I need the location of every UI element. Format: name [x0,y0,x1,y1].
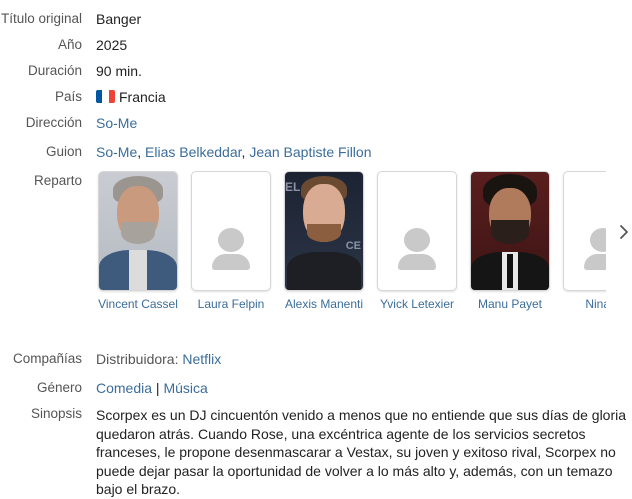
actor-name-link[interactable]: Vincent Cassel [96,297,183,311]
direccion-label: Dirección [25,115,82,130]
pais-text: Francia [119,89,166,105]
cast-card[interactable]: Nina Z [563,171,606,311]
chevron-right-icon[interactable] [614,220,632,244]
cast-card[interactable]: EL CE Alexis Manenti [284,171,364,311]
reparto-label: Reparto [33,173,82,188]
anio-value: 2025 [96,37,128,53]
cast-card[interactable]: Vincent Cassel [98,171,178,311]
actor-name-link[interactable]: Manu Payet [465,297,555,311]
person-placeholder-icon[interactable] [563,171,606,291]
actor-name-link[interactable]: Yvick Letexier [372,297,462,311]
guion-label: Guion [45,144,82,159]
duracion-value: 90 min. [96,63,142,79]
duracion-label: Duración [27,63,82,78]
person-placeholder-icon[interactable] [191,171,271,291]
distribuidora-prefix: Distribuidora: [96,351,179,367]
actor-name-link[interactable]: Laura Felpin [186,297,276,311]
director-link[interactable]: So-Me [96,115,137,131]
genero-label: Género [36,380,82,395]
actor-photo[interactable] [470,171,550,291]
cast-card[interactable]: Laura Felpin [191,171,271,311]
cast-card[interactable]: Yvick Letexier [377,171,457,311]
actor-photo[interactable]: EL CE [284,171,364,291]
synopsis-text: Scorpex es un DJ cincuentón venido a men… [96,407,627,497]
sinopsis-label: Sinopsis [30,406,82,421]
genre-separator: | [155,380,160,396]
companias-label: Compañías [12,351,82,366]
cast-carousel: Vincent Cassel Laura Felpin EL CE Alexis… [96,171,606,313]
actor-name-link[interactable]: Nina Z [558,297,606,311]
titulo-label: Título original [0,11,82,26]
actor-photo[interactable] [98,171,178,291]
pais-label: País [54,89,82,104]
titulo-value: Banger [96,11,142,27]
writer-link[interactable]: Elias Belkeddar [145,144,242,160]
actor-name-link[interactable]: Alexis Manenti [279,297,369,311]
pais-value: Francia [96,89,166,105]
genre-link[interactable]: Música [163,380,207,396]
distributor-link[interactable]: Netflix [182,351,221,367]
writer-link[interactable]: So-Me [96,144,137,160]
person-placeholder-icon[interactable] [377,171,457,291]
france-flag-icon [96,90,115,103]
writer-link[interactable]: Jean Baptiste Fillon [249,144,371,160]
anio-label: Año [57,37,82,52]
genre-link[interactable]: Comedia [96,380,152,396]
cast-card[interactable]: Manu Payet [470,171,550,311]
